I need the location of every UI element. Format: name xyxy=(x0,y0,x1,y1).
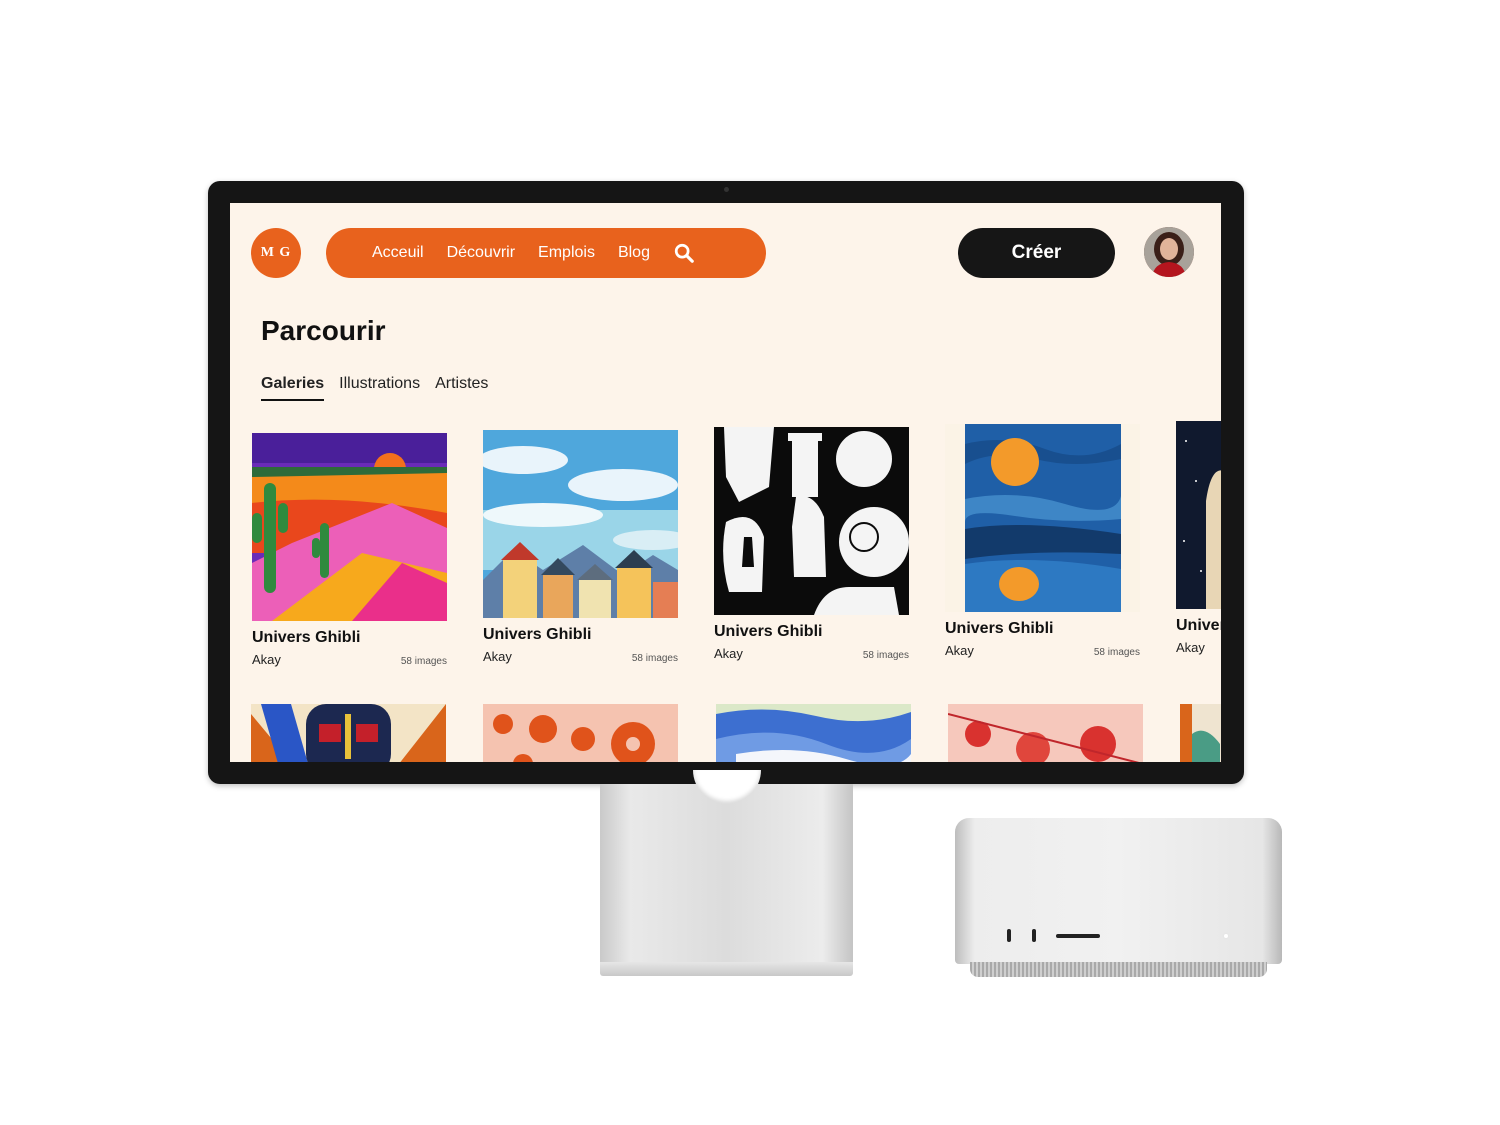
tab-artistes[interactable]: Artistes xyxy=(435,375,488,401)
tab-illustrations[interactable]: Illustrations xyxy=(339,375,420,401)
stand-base xyxy=(600,962,853,976)
mac-studio xyxy=(955,818,1282,964)
gallery-thumbnail-abstract[interactable] xyxy=(1180,704,1221,762)
display-stand xyxy=(600,784,853,967)
create-button[interactable]: Créer xyxy=(958,228,1115,278)
gallery-author: Akay xyxy=(483,649,512,664)
gallery-thumbnail-desert xyxy=(252,433,447,621)
gallery-title: Univers Ghibli xyxy=(483,626,592,643)
usb-c-port xyxy=(1007,929,1011,942)
tab-bar: Galeries Illustrations Artistes xyxy=(261,375,503,401)
search-icon[interactable] xyxy=(673,242,695,264)
gallery-title: Univers Ghibli xyxy=(714,623,823,640)
gallery-thumbnail-mask[interactable] xyxy=(251,704,446,762)
studio-display: M G Acceuil Découvrir Emplois Blog Créer… xyxy=(208,181,1244,784)
gallery-count: 58 images xyxy=(862,650,909,661)
gallery-thumbnail-statues xyxy=(714,427,909,615)
gallery-author: Akay xyxy=(945,643,974,658)
logo[interactable]: M G xyxy=(251,228,301,278)
gallery-count: 58 images xyxy=(1093,647,1140,658)
gallery-card[interactable]: Univers Ghibli Akay xyxy=(1176,421,1221,655)
tab-galeries[interactable]: Galeries xyxy=(261,375,325,401)
mac-studio-vent xyxy=(970,962,1267,977)
nav-item-decouvrir[interactable]: Découvrir xyxy=(447,244,515,262)
sd-card-slot xyxy=(1056,934,1100,938)
gallery-thumbnail-flowers-red[interactable] xyxy=(948,704,1143,762)
gallery-author: Akay xyxy=(714,646,743,661)
camera-dot xyxy=(724,187,729,192)
gallery-card[interactable]: Univers Ghibli Akay 58 images xyxy=(252,433,447,667)
gallery-author: Akay xyxy=(1176,640,1205,655)
power-led xyxy=(1224,934,1228,938)
avatar[interactable] xyxy=(1144,227,1194,277)
avatar-image xyxy=(1144,227,1194,277)
screen: M G Acceuil Découvrir Emplois Blog Créer… xyxy=(230,203,1221,762)
gallery-count: 58 images xyxy=(400,656,447,667)
nav-item-blog[interactable]: Blog xyxy=(618,244,650,262)
gallery-thumbnail-flowers-orange[interactable] xyxy=(483,704,678,762)
gallery-card[interactable]: Univers Ghibli Akay 58 images xyxy=(945,424,1140,658)
gallery-title: Univers Ghibli xyxy=(945,620,1054,637)
nav-item-accueil[interactable]: Acceuil xyxy=(372,244,424,262)
gallery-card[interactable]: Univers Ghibli Akay 58 images xyxy=(483,430,678,664)
nav-item-emplois[interactable]: Emplois xyxy=(538,244,595,262)
gallery-thumbnail-ocean xyxy=(945,424,1140,612)
gallery-thumbnail-village xyxy=(483,430,678,618)
gallery-thumbnail-waves[interactable] xyxy=(716,704,911,762)
gallery-author: Akay xyxy=(252,652,281,667)
gallery-count: 58 images xyxy=(631,653,678,664)
page-title: Parcourir xyxy=(261,315,386,346)
gallery-title: Univers Ghibli xyxy=(252,629,361,646)
gallery-thumbnail-night xyxy=(1176,421,1221,609)
gallery-card[interactable]: Univers Ghibli Akay 58 images xyxy=(714,427,909,661)
usb-c-port xyxy=(1032,929,1036,942)
main-nav: Acceuil Découvrir Emplois Blog xyxy=(326,228,766,278)
gallery-title: Univers Ghibli xyxy=(1176,617,1221,634)
